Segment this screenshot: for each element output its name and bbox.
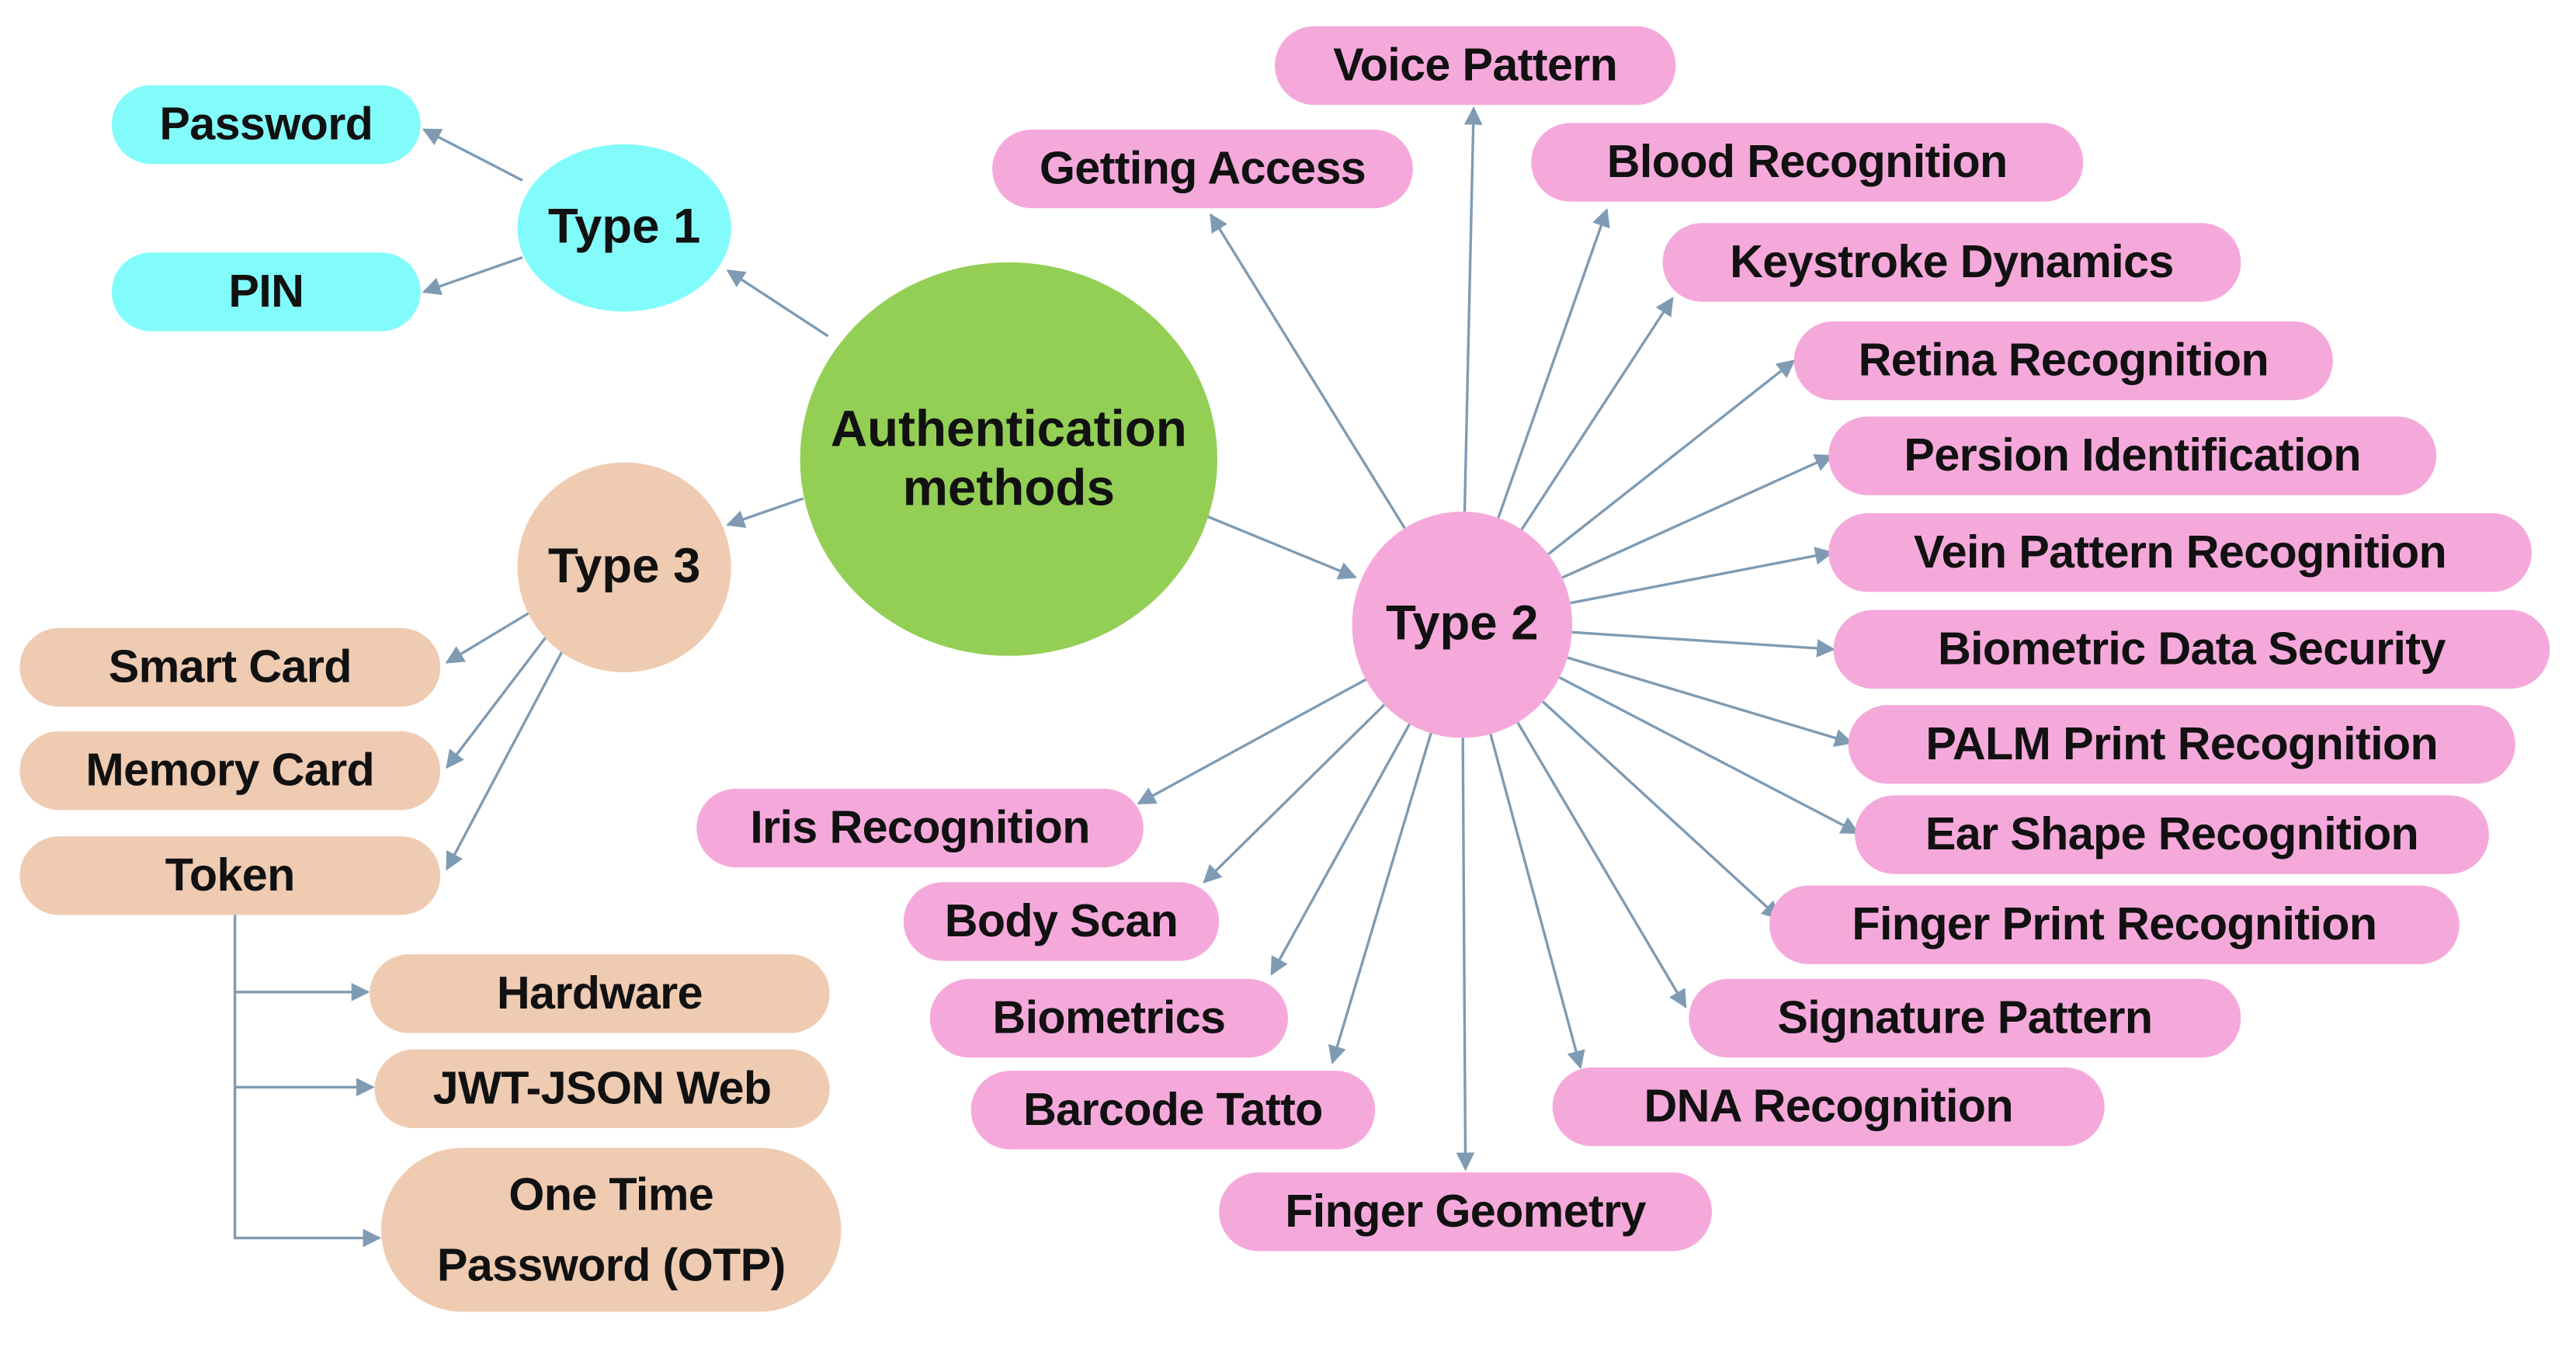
edge-type1-password bbox=[422, 128, 523, 182]
edge-token-otp bbox=[233, 1087, 382, 1248]
edge-token-jwt bbox=[233, 991, 375, 1097]
token-child-jwt[interactable]: JWT-JSON Web bbox=[374, 1049, 830, 1129]
type2-child-label: PALM Print Recognition bbox=[1925, 717, 2439, 769]
hardware-label: Hardware bbox=[496, 967, 703, 1019]
type2-child-label: Blood Recognition bbox=[1606, 136, 2008, 187]
edge-type1-pin bbox=[422, 255, 523, 296]
edge-type2-child-11 bbox=[1516, 721, 1687, 1009]
type2-child-label: Keystroke Dynamics bbox=[1730, 235, 2174, 287]
password-label: Password bbox=[159, 98, 373, 149]
token-child-otp[interactable]: One Time Password (OTP) bbox=[380, 1147, 842, 1312]
edge-type2-child-3 bbox=[1520, 297, 1674, 531]
type2-label: Type 2 bbox=[1386, 596, 1539, 651]
type2-child-label: Finger Print Recognition bbox=[1852, 898, 2377, 950]
otp-label: One Time Password (OTP) bbox=[436, 1168, 786, 1291]
root-node-authentication-methods[interactable]: Authentication methods bbox=[800, 262, 1218, 656]
type2-child-label: Iris Recognition bbox=[750, 801, 1090, 853]
type2-child-label: Voice Pattern bbox=[1333, 39, 1618, 90]
type2-child-palm-print-recognition[interactable]: PALM Print Recognition bbox=[1848, 705, 2515, 784]
type2-child-biometrics[interactable]: Biometrics bbox=[929, 978, 1289, 1058]
type2-child-finger-geometry[interactable]: Finger Geometry bbox=[1219, 1172, 1712, 1252]
edge-type2-child-13 bbox=[1456, 738, 1475, 1172]
root-label: Authentication methods bbox=[830, 401, 1187, 517]
type2-child-barcode-tatto[interactable]: Barcode Tatto bbox=[970, 1071, 1376, 1150]
edge-type2-child-6 bbox=[1570, 547, 1834, 605]
type2-child-finger-print-recognition[interactable]: Finger Print Recognition bbox=[1769, 885, 2460, 964]
smart-card-label: Smart Card bbox=[108, 641, 352, 693]
type2-child-voice-pattern[interactable]: Voice Pattern bbox=[1275, 26, 1676, 106]
type2-child-label: Ear Shape Recognition bbox=[1925, 808, 2419, 859]
edge-token-hardware bbox=[233, 915, 370, 1002]
type1-child-password[interactable]: Password bbox=[111, 85, 421, 165]
type2-child-ear-shape-recognition[interactable]: Ear Shape Recognition bbox=[1855, 795, 2489, 874]
type1-child-pin[interactable]: PIN bbox=[111, 252, 421, 332]
type2-child-label: Vein Pattern Recognition bbox=[1914, 526, 2447, 578]
edge-type2-child-17 bbox=[1137, 678, 1367, 805]
type2-child-iris-recognition[interactable]: Iris Recognition bbox=[696, 788, 1144, 868]
edge-type2-child-1 bbox=[1210, 213, 1406, 529]
pin-label: PIN bbox=[228, 265, 304, 317]
type2-child-label: DNA Recognition bbox=[1644, 1080, 2013, 1132]
type2-child-persion-identification[interactable]: Persion Identification bbox=[1828, 416, 2437, 495]
type2-child-label: Persion Identification bbox=[1904, 429, 2361, 481]
edge-type2-child-4 bbox=[1547, 359, 1796, 556]
type3-label: Type 3 bbox=[547, 539, 701, 594]
edge-type2-child-15 bbox=[1270, 723, 1411, 976]
type3-node[interactable]: Type 3 bbox=[517, 462, 731, 672]
diagram-canvas: Authentication methods Type 1 Password P… bbox=[0, 0, 2576, 1361]
type2-child-vein-pattern-recognition[interactable]: Vein Pattern Recognition bbox=[1828, 513, 2532, 592]
type2-child-label: Body Scan bbox=[944, 894, 1179, 946]
type3-child-smart-card[interactable]: Smart Card bbox=[19, 627, 441, 707]
type2-child-label: Finger Geometry bbox=[1285, 1185, 1646, 1237]
type2-child-dna-recognition[interactable]: DNA Recognition bbox=[1552, 1067, 2105, 1147]
type2-child-signature-pattern[interactable]: Signature Pattern bbox=[1689, 978, 2241, 1058]
edge-type2-child-0 bbox=[1463, 106, 1483, 512]
type1-node[interactable]: Type 1 bbox=[517, 144, 731, 312]
token-child-hardware[interactable]: Hardware bbox=[370, 954, 830, 1033]
type2-child-label: Retina Recognition bbox=[1858, 334, 2269, 386]
edge-root-type1 bbox=[726, 269, 829, 338]
memory-card-label: Memory Card bbox=[85, 744, 375, 796]
edge-type2-child-10 bbox=[1542, 700, 1781, 920]
type3-child-memory-card[interactable]: Memory Card bbox=[19, 731, 441, 811]
jwt-label: JWT-JSON Web bbox=[432, 1062, 772, 1113]
type2-child-blood-recognition[interactable]: Blood Recognition bbox=[1531, 123, 2084, 202]
type2-child-getting-access[interactable]: Getting Access bbox=[992, 129, 1413, 209]
type2-child-label: Signature Pattern bbox=[1777, 991, 2153, 1043]
edge-type2-child-14 bbox=[1328, 732, 1432, 1064]
edge-type3-smart-card bbox=[445, 609, 535, 664]
edge-type3-token bbox=[446, 638, 570, 871]
type2-child-label: Biometric Data Security bbox=[1937, 623, 2446, 674]
edge-root-type3 bbox=[726, 497, 804, 529]
type2-child-keystroke-dynamics[interactable]: Keystroke Dynamics bbox=[1662, 223, 2241, 302]
edge-type2-child-7 bbox=[1571, 630, 1835, 658]
edge-root-type2 bbox=[1206, 515, 1357, 580]
type2-child-label: Barcode Tatto bbox=[1023, 1083, 1323, 1135]
type2-child-label: Getting Access bbox=[1039, 142, 1366, 194]
edge-type2-child-8 bbox=[1567, 656, 1854, 747]
type2-child-body-scan[interactable]: Body Scan bbox=[903, 882, 1220, 961]
edge-type2-child-16 bbox=[1203, 703, 1386, 884]
type2-child-retina-recognition[interactable]: Retina Recognition bbox=[1793, 321, 2333, 401]
type3-child-token[interactable]: Token bbox=[19, 836, 441, 915]
edge-type2-child-12 bbox=[1489, 734, 1585, 1070]
token-label: Token bbox=[165, 849, 296, 901]
type2-child-label: Biometrics bbox=[992, 991, 1226, 1043]
edge-type2-child-2 bbox=[1497, 208, 1610, 519]
type1-label: Type 1 bbox=[547, 200, 701, 254]
type2-child-biometric-data-security[interactable]: Biometric Data Security bbox=[1833, 609, 2550, 689]
type2-node[interactable]: Type 2 bbox=[1352, 511, 1573, 738]
